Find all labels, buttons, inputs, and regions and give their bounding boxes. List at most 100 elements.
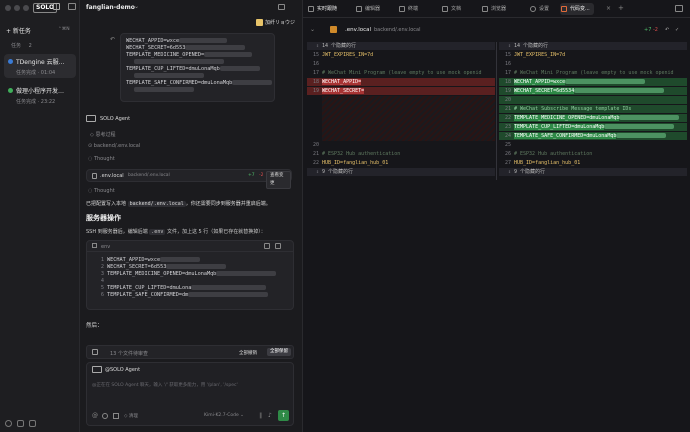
input-agent-label[interactable]: @SOLO Agent: [105, 367, 140, 373]
new-task-button[interactable]: + 新任务: [6, 26, 31, 35]
task-item-tdengine[interactable]: TDengine 云服… 任务完成 · 01:04: [4, 54, 76, 78]
collapse-icon[interactable]: ⌄: [310, 26, 315, 33]
window-minimize-dot[interactable]: [14, 5, 20, 11]
window-close-dot[interactable]: [5, 5, 11, 11]
code-line: 1 WECHAT_APPID=wxce: [92, 257, 292, 264]
revert-file-icon[interactable]: ↶: [665, 27, 669, 33]
chevron-down-icon[interactable]: ⌄: [134, 3, 139, 10]
chat-panel: fanglian-demo ⌄ 加纤リョウジ ↶ WECHAT_APPID=wx…: [80, 0, 298, 432]
user-code-line: TEMPLATE_SAFE_CONFIRMED=dmuLonaMqb: [126, 80, 273, 87]
thinking-toggle[interactable]: ◇ 思考过程: [90, 131, 115, 138]
agent-name: SOLO Agent: [100, 116, 131, 122]
diff-line: 20: [312, 142, 319, 148]
task-status-icon: [8, 88, 13, 93]
chat-input-box[interactable]: @SOLO Agent @正在在 SOLO Agent 聊天，输入 '/' 获取…: [86, 362, 294, 426]
pending-files-label[interactable]: 13 个文件待审查: [110, 350, 148, 357]
settings-gear-icon[interactable]: [5, 420, 12, 427]
copy-icon[interactable]: [275, 243, 281, 249]
tab-browser[interactable]: 浏览器: [481, 3, 506, 15]
diff-line-added: 21 # WeChat Subscribe Message template ID…: [499, 105, 687, 113]
tab-live-follow[interactable]: 实时跟随: [307, 3, 337, 15]
task-title: TDengine 云服…: [16, 59, 65, 66]
task-status: 任务完成 · 01:04: [16, 70, 56, 76]
removed-count: -2: [259, 173, 264, 178]
diff-line-added: 18 WECHAT_APPID=wxce: [499, 78, 687, 86]
diff-line-added: 23 TEMPLATE_CUP_LIFTED=dmuLonaMqb: [499, 123, 687, 131]
tasks-header: 任务 2: [11, 42, 32, 49]
file-edit-card[interactable]: .env.local backend/.env.local +7 -2 查看变更: [86, 169, 292, 189]
tasks-header-label: 任务: [11, 43, 22, 49]
project-name[interactable]: fanglian-demo: [86, 4, 135, 11]
hidden-lines-row[interactable]: ⇕ 14 个隐藏的行: [307, 42, 495, 50]
new-task-shortcut: ⌃⌘N: [58, 27, 70, 32]
reject-all-button[interactable]: 全部撤销: [239, 350, 257, 356]
thought-label-2[interactable]: ◌ Thought: [88, 188, 115, 194]
sidebar-toggle-icon[interactable]: [68, 3, 76, 10]
tab-bar: 实时跟随 编辑器 终端 文档 浏览器 设置 代码变... × +: [303, 0, 690, 18]
chat-input-placeholder[interactable]: @正在在 SOLO Agent 聊天，输入 '/' 获取更多能力，用 '/pla…: [92, 382, 290, 388]
mention-icon[interactable]: @: [92, 412, 98, 419]
sidebar: SOLO + 新任务 ⌃⌘N 任务 2 TDengine 云服… 任务完成 · …: [0, 0, 80, 432]
hidden-lines-row[interactable]: ⇕ 14 个隐藏的行: [499, 42, 687, 50]
diff-line-added: 19 WECHAT_SECRET=6d5534: [499, 87, 687, 95]
user-avatar: [256, 19, 263, 26]
tab-terminal[interactable]: 终端: [398, 3, 418, 15]
edit-file-name: .env.local: [100, 173, 124, 179]
agent-avatar-icon: [92, 366, 102, 373]
diff-line-added: 20: [499, 96, 687, 104]
pending-review-bar: 13 个文件待审查 全部撤销 全部保留: [86, 345, 294, 359]
panel-layout-icon[interactable]: [675, 5, 683, 12]
model-selector[interactable]: Kimi-K2.7-Code ⌄: [204, 413, 244, 418]
window-zoom-dot[interactable]: [23, 5, 29, 11]
send-button[interactable]: ↑: [278, 410, 289, 421]
code-lines: 1 WECHAT_APPID=wxce 2 WECHAT_SECRET=6d553 …: [92, 257, 292, 299]
tab-docs[interactable]: 文档: [441, 3, 461, 15]
accept-file-icon[interactable]: ✓: [675, 27, 679, 33]
code-icon: [356, 6, 362, 12]
task-status: 任务完成 · 23:22: [16, 99, 56, 105]
microphone-icon[interactable]: ♪: [268, 412, 272, 419]
help-icon[interactable]: [17, 420, 24, 427]
section-text: SSH 到服务器后，编辑后端 .env 文件，加上这 5 行（如果已存在就替换掉…: [86, 229, 266, 235]
diff-line: 16: [504, 61, 511, 67]
apply-icon[interactable]: [264, 243, 270, 249]
close-tab-icon[interactable]: ×: [606, 5, 611, 12]
then-label: 然后：: [86, 323, 103, 329]
add-tab-icon[interactable]: +: [618, 4, 624, 12]
edit-file-path: backend/.env.local: [128, 173, 170, 178]
attach-icon[interactable]: ∥: [259, 412, 262, 419]
diff-icon: [561, 6, 567, 12]
file-icon: [92, 173, 97, 179]
view-changes-button[interactable]: 查看变更: [266, 171, 291, 189]
tab-code-changes[interactable]: 代码变...: [560, 3, 594, 15]
code-block-header: env: [87, 241, 293, 252]
grid-icon[interactable]: [29, 420, 36, 427]
hidden-lines-row[interactable]: ⇕ 9 个隐藏的行: [307, 168, 495, 176]
tab-editor[interactable]: 编辑器: [355, 3, 380, 15]
code-line: 3 TEMPLATE_MEDICINE_OPENED=dmuLonaMqb: [92, 271, 292, 278]
task-title: 做理小程序开发…: [16, 88, 65, 95]
hidden-lines-row[interactable]: ⇕ 9 个隐藏的行: [499, 168, 687, 176]
tab-settings[interactable]: 设置: [529, 3, 549, 15]
diff-line-added: 24 TEMPLATE_SAFE_CONFIRMED=dmuLonaMqb: [499, 132, 687, 140]
user-name: 加纤リョウジ: [265, 20, 296, 26]
thought-label-1[interactable]: ◌ Thought: [88, 156, 115, 162]
user-code-line: TEMPLATE_CUP_LIFTED=dmuLonaMqb: [126, 66, 269, 73]
tasks-count: 2: [28, 43, 32, 49]
clear-button[interactable]: ◇ 清理: [124, 413, 138, 419]
accept-all-button[interactable]: 全部保留: [267, 348, 291, 356]
panel-layout-icon[interactable]: [278, 4, 285, 10]
undo-icon[interactable]: ↶: [110, 36, 115, 43]
context-icon[interactable]: [102, 413, 108, 419]
task-item-miniprogram[interactable]: 做理小程序开发… 任务完成 · 23:22: [4, 83, 76, 107]
live-icon: [308, 6, 314, 12]
agent-avatar-icon: [86, 115, 96, 122]
logo-mark-icon: [53, 3, 60, 10]
diff-line: 26 # ESP32 Hub authentication: [504, 151, 593, 157]
diff-placeholder-hatch: [322, 96, 495, 141]
image-icon[interactable]: [113, 413, 119, 419]
user-code-line: [126, 87, 269, 94]
file-reference[interactable]: ⊙ backend/.env.local: [88, 143, 140, 149]
file-icon: [92, 243, 97, 248]
user-code-line: WECHAT_SECRET=6d553: [126, 45, 269, 52]
